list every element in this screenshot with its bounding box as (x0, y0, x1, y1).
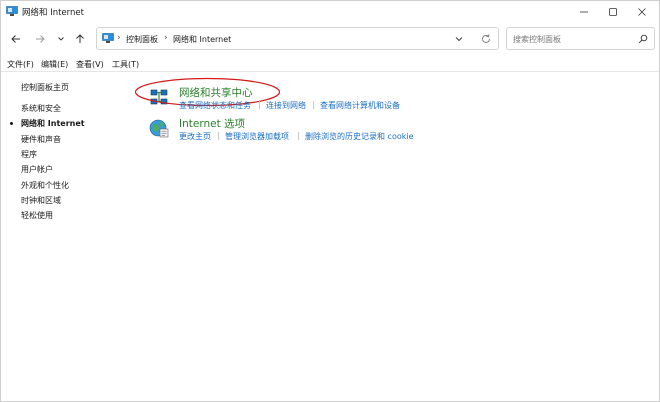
control-panel-icon (102, 33, 114, 44)
sidebar-item-system-security[interactable]: 系统和安全 (21, 103, 61, 114)
sidebar-item-clock-region[interactable]: 时钟和区域 (21, 195, 61, 206)
internet-options-icon[interactable] (148, 117, 170, 139)
menu-divider (1, 71, 659, 72)
forward-button[interactable] (32, 31, 48, 47)
breadcrumb-separator: › (164, 33, 168, 43)
chevron-down-icon (58, 37, 64, 41)
minimize-button[interactable] (569, 1, 599, 23)
recent-locations-button[interactable] (53, 31, 69, 47)
menu-file[interactable]: 文件(F) (7, 59, 34, 70)
link-separator (218, 132, 219, 140)
menu-tools[interactable]: 工具(T) (112, 59, 139, 70)
title-bar: 网络和 Internet (1, 1, 659, 23)
arrow-right-icon (36, 35, 45, 43)
link-separator (313, 101, 314, 109)
refresh-button[interactable] (480, 33, 492, 45)
link-separator (298, 132, 299, 140)
menu-bar: 文件(F) 编辑(E) 查看(V) 工具(T) (1, 57, 659, 71)
maximize-button[interactable] (598, 1, 628, 23)
sidebar-item-programs[interactable]: 程序 (21, 149, 37, 160)
window-title: 网络和 Internet (22, 8, 84, 18)
category-title-internet-options[interactable]: Internet 选项 (179, 116, 245, 131)
up-button[interactable] (72, 31, 88, 47)
close-icon (638, 8, 646, 16)
link-manage-addons[interactable]: 管理浏览器加载项 (225, 131, 289, 142)
arrow-up-icon (76, 34, 84, 43)
search-icon[interactable] (638, 34, 648, 44)
control-panel-icon (6, 6, 18, 17)
sidebar-item-network-internet: 网络和 Internet (21, 119, 85, 128)
link-view-network-computers[interactable]: 查看网络计算机和设备 (320, 100, 400, 111)
menu-view[interactable]: 查看(V) (76, 59, 104, 70)
link-view-network-status[interactable]: 查看网络状态和任务 (179, 100, 251, 111)
control-panel-window: 网络和 Internet › 控制面板 › 网络和 Internet 搜索控制面… (0, 0, 660, 402)
refresh-icon (482, 34, 490, 43)
arrow-left-icon (11, 35, 20, 43)
active-indicator (10, 122, 13, 125)
link-connect-to-network[interactable]: 连接到网络 (266, 100, 306, 111)
sidebar-item-hardware-sound[interactable]: 硬件和声音 (21, 134, 61, 145)
address-bar[interactable]: › 控制面板 › 网络和 Internet (96, 27, 499, 50)
search-placeholder: 搜索控制面板 (513, 35, 561, 44)
minimize-icon (580, 11, 588, 13)
address-dropdown-button[interactable] (454, 34, 464, 44)
sidebar-item-user-accounts[interactable]: 用户帐户 (21, 164, 53, 175)
breadcrumb-control-panel[interactable]: 控制面板 (126, 34, 158, 45)
sidebar-item-home[interactable]: 控制面板主页 (21, 82, 69, 93)
breadcrumb-network-internet[interactable]: 网络和 Internet (173, 34, 231, 45)
close-button[interactable] (627, 1, 657, 23)
chevron-down-icon (455, 37, 463, 42)
back-button[interactable] (8, 31, 24, 47)
maximize-icon (609, 8, 617, 16)
search-input[interactable]: 搜索控制面板 (506, 27, 655, 50)
link-separator (259, 101, 260, 109)
menu-edit[interactable]: 编辑(E) (41, 59, 68, 70)
link-change-home-page[interactable]: 更改主页 (179, 131, 211, 142)
breadcrumb-separator: › (117, 33, 121, 43)
sidebar-item-appearance[interactable]: 外观和个性化 (21, 180, 69, 191)
link-delete-history[interactable]: 删除浏览的历史记录和 cookie (305, 131, 414, 142)
sidebar-item-ease-of-access[interactable]: 轻松使用 (21, 210, 53, 221)
